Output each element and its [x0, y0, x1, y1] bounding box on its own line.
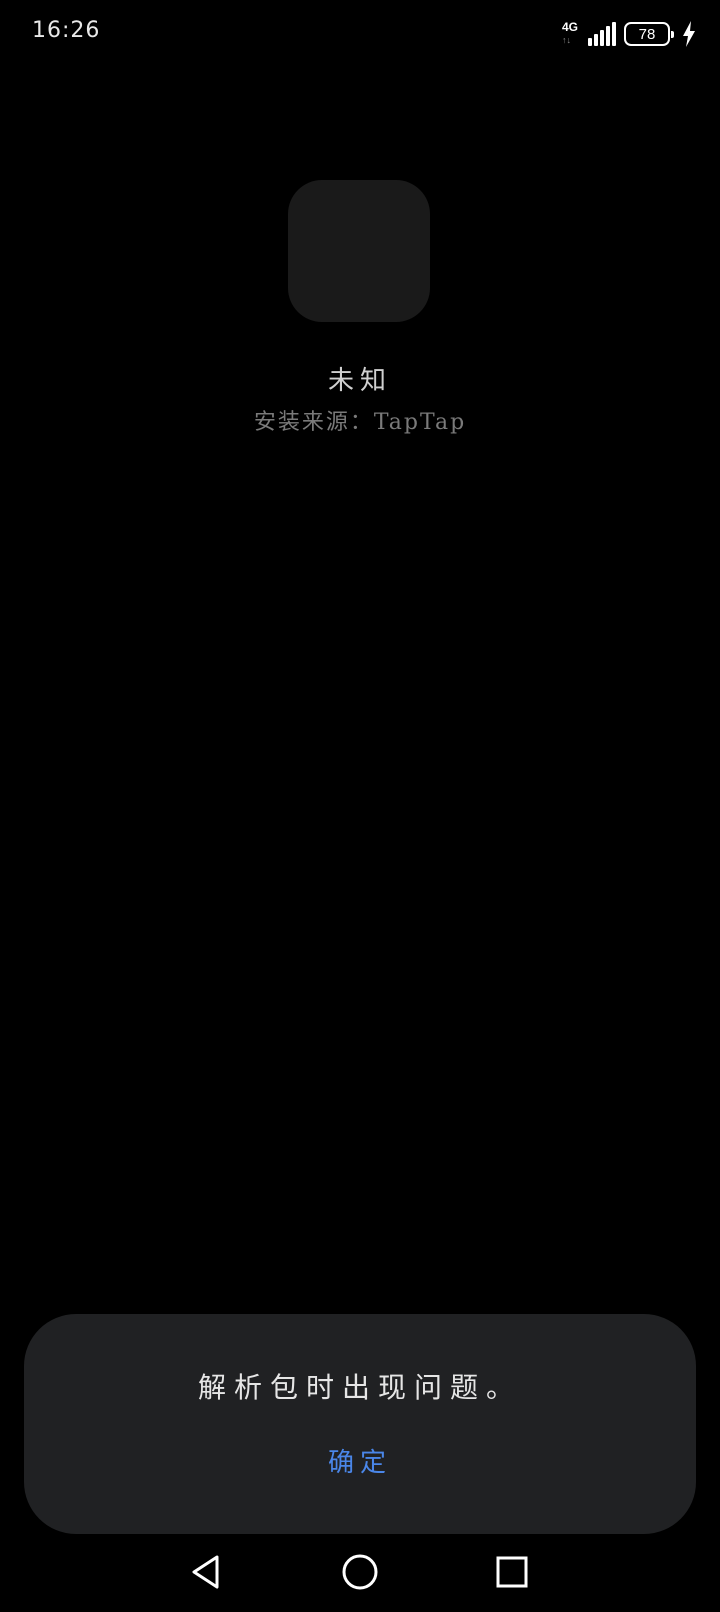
back-button[interactable] — [176, 1546, 236, 1598]
confirm-button[interactable]: 确定 — [310, 1438, 410, 1488]
status-indicators: 4G ↑↓ 78 — [562, 18, 696, 50]
battery-level: 78 — [638, 25, 656, 43]
signal-bars-icon — [588, 22, 616, 46]
navigation-bar — [0, 1540, 720, 1604]
app-icon-placeholder — [288, 180, 430, 322]
network-activity-icon: ↑↓ — [562, 35, 571, 45]
square-recents-icon — [496, 1556, 528, 1588]
lightning-bolt-icon — [683, 21, 695, 47]
install-source: 安装来源：TapTap — [253, 410, 467, 435]
app-name: 未知 — [327, 366, 392, 396]
status-time: 16:26 — [32, 18, 101, 43]
dialog-message: 解析包时出现问题。 — [197, 1371, 522, 1404]
circle-home-icon — [342, 1554, 378, 1590]
status-bar: 16:26 4G ↑↓ 78 — [0, 0, 720, 68]
network-type-label: 4G — [562, 20, 579, 34]
triangle-back-icon — [192, 1555, 219, 1589]
battery-icon: 78 — [624, 22, 674, 46]
recents-button[interactable] — [482, 1546, 542, 1598]
network-type-indicator: 4G ↑↓ — [562, 20, 580, 48]
parse-error-dialog: 解析包时出现问题。 确定 — [24, 1314, 696, 1534]
home-button[interactable] — [330, 1546, 390, 1598]
